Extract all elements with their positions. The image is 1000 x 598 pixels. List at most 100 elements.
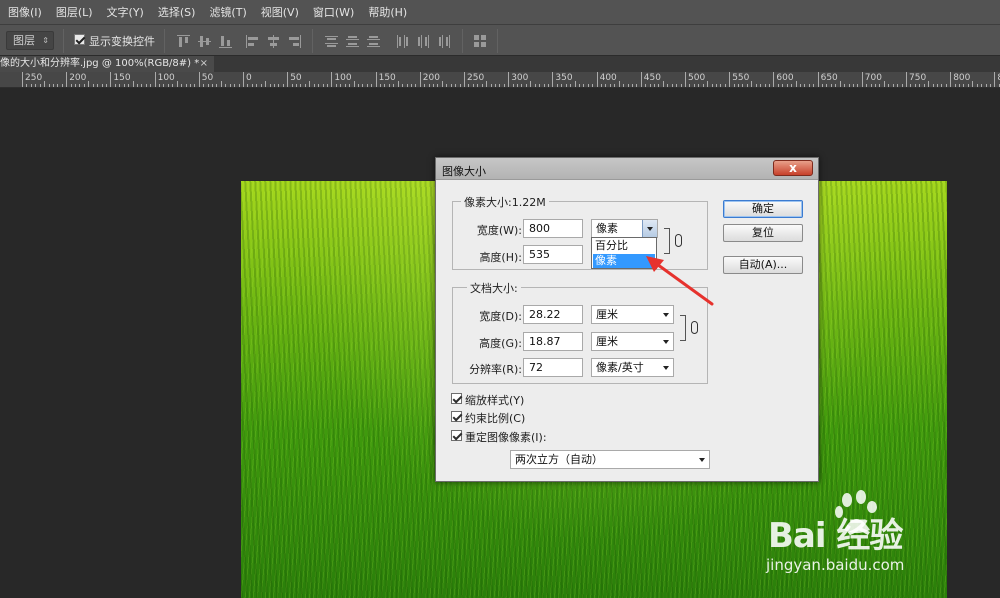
align-top-icon[interactable]	[177, 35, 190, 48]
ruler-minor-tick	[136, 84, 138, 87]
ruler-minor-tick	[636, 84, 638, 87]
ruler-minor-tick	[357, 84, 359, 87]
menu-view[interactable]: 视图(V)	[261, 4, 299, 20]
menu-help[interactable]: 帮助(H)	[368, 4, 407, 20]
constrain-proportions-checkbox[interactable]	[451, 411, 462, 422]
ruler-major-tick	[22, 72, 23, 87]
ruler-minor-tick	[618, 81, 620, 87]
ruler-minor-tick	[760, 84, 762, 87]
ruler-minor-tick	[105, 84, 107, 87]
ruler-minor-tick	[48, 84, 50, 87]
baidu-jingyan-watermark: Bai 经验 jingyan.baidu.com	[764, 490, 964, 580]
ruler-minor-tick	[512, 84, 514, 87]
document-tab[interactable]: 像的大小和分辨率.jpg @ 100%(RGB/8#) * ×	[0, 56, 214, 72]
align-right-icon[interactable]	[288, 35, 301, 48]
horizontal-ruler[interactable]: 250 200 150 100 50 0 50 100 150 200 250 300 350 400 45…	[0, 72, 1000, 88]
pixel-width-unit-value: 像素	[596, 222, 618, 235]
ruler-minor-tick	[844, 84, 846, 87]
ruler-minor-tick	[114, 84, 116, 87]
ruler-minor-tick	[52, 84, 54, 87]
resample-method-select[interactable]: 两次立方（自动）	[510, 450, 710, 469]
doc-height-input[interactable]: 18.87	[523, 332, 583, 351]
ruler-minor-tick	[234, 84, 236, 87]
ruler-minor-tick	[278, 84, 280, 87]
ruler-minor-tick	[671, 84, 673, 87]
scale-styles-checkbox[interactable]	[451, 393, 462, 404]
ruler-label: 750	[909, 73, 927, 83]
ruler-label: 200	[69, 73, 87, 83]
ruler-label: 500	[688, 73, 706, 83]
pixel-width-label: 宽度(W):	[476, 224, 522, 237]
doc-width-unit-value: 厘米	[596, 308, 618, 321]
align-vertical-center-icon[interactable]	[198, 35, 211, 48]
align-horizontal-center-icon[interactable]	[267, 35, 280, 48]
distribute-left-icon[interactable]	[396, 35, 409, 48]
document-tab-title: 像的大小和分辨率.jpg @ 100%(RGB/8#) *	[0, 58, 200, 69]
ruler-minor-tick	[265, 81, 267, 87]
ruler-minor-tick	[883, 81, 885, 87]
ruler-minor-tick	[163, 84, 165, 87]
ruler-minor-tick	[318, 84, 320, 87]
dialog-title-bar[interactable]: 图像大小 x	[436, 158, 818, 180]
dropdown-arrow-icon	[663, 366, 669, 370]
pixel-width-input[interactable]: 800	[523, 219, 583, 238]
resolution-unit-select[interactable]: 像素/英寸	[591, 358, 674, 377]
ruler-label: 150	[378, 73, 396, 83]
ruler-minor-tick	[185, 84, 187, 87]
doc-width-input[interactable]: 28.22	[523, 305, 583, 324]
ruler-minor-tick	[402, 84, 404, 87]
menu-window[interactable]: 窗口(W)	[313, 4, 354, 20]
ruler-minor-tick	[627, 84, 629, 87]
ruler-minor-tick	[830, 84, 832, 87]
ruler-minor-tick	[715, 84, 717, 87]
dropdown-option-percent[interactable]: 百分比	[593, 239, 655, 253]
dropdown-arrow-icon[interactable]	[642, 220, 657, 237]
ruler-minor-tick	[654, 84, 656, 87]
distribute-horizontal-center-icon[interactable]	[417, 35, 430, 48]
pixel-height-input[interactable]: 535	[523, 245, 583, 264]
distribute-right-icon[interactable]	[438, 35, 451, 48]
ruler-minor-tick	[932, 84, 934, 87]
ruler-label: 400	[599, 73, 617, 83]
show-transform-controls-checkbox[interactable]	[74, 34, 85, 45]
align-bottom-icon[interactable]	[219, 35, 232, 48]
ruler-minor-tick	[393, 84, 395, 87]
distribute-vertical-center-icon[interactable]	[346, 35, 359, 48]
auto-align-layers-icon[interactable]	[474, 35, 487, 48]
reset-button[interactable]: 复位	[723, 224, 803, 242]
doc-height-unit-select[interactable]: 厘米	[591, 332, 674, 351]
ruler-minor-tick	[517, 84, 519, 87]
auto-select-target-dropdown[interactable]: 图层 ⇕	[6, 31, 54, 50]
ruler-label: 550	[732, 73, 750, 83]
menu-select[interactable]: 选择(S)	[158, 4, 196, 20]
ruler-minor-tick	[676, 84, 678, 87]
ruler-minor-tick	[746, 84, 748, 87]
chain-link-icon	[675, 234, 682, 247]
distribute-top-icon[interactable]	[325, 35, 338, 48]
ok-button[interactable]: 确定	[723, 200, 803, 218]
ruler-minor-tick	[764, 84, 766, 87]
ruler-minor-tick	[822, 84, 824, 87]
auto-button[interactable]: 自动(A)...	[723, 256, 803, 274]
close-tab-icon[interactable]: ×	[200, 56, 208, 71]
ruler-minor-tick	[768, 84, 770, 87]
ruler-minor-tick	[592, 84, 594, 87]
menu-image[interactable]: 图像(I)	[8, 4, 42, 20]
close-icon[interactable]: x	[773, 160, 813, 176]
ruler-minor-tick	[207, 84, 209, 87]
menu-type[interactable]: 文字(Y)	[107, 4, 144, 20]
ruler-label: 100	[334, 73, 352, 83]
resample-image-checkbox[interactable]	[451, 430, 462, 441]
ruler-minor-tick	[380, 84, 382, 87]
ruler-minor-tick	[972, 81, 974, 87]
ruler-minor-tick	[326, 84, 328, 87]
align-left-icon[interactable]	[246, 35, 259, 48]
menu-filter[interactable]: 滤镜(T)	[209, 4, 246, 20]
ruler-major-tick	[640, 72, 642, 87]
resolution-label: 分辨率(R):	[469, 363, 522, 376]
ruler-minor-tick	[711, 84, 713, 87]
pixel-width-unit-select[interactable]: 像素	[591, 219, 658, 238]
menu-layer[interactable]: 图层(L)	[56, 4, 93, 20]
distribute-bottom-icon[interactable]	[367, 35, 380, 48]
resolution-input[interactable]: 72	[523, 358, 583, 377]
